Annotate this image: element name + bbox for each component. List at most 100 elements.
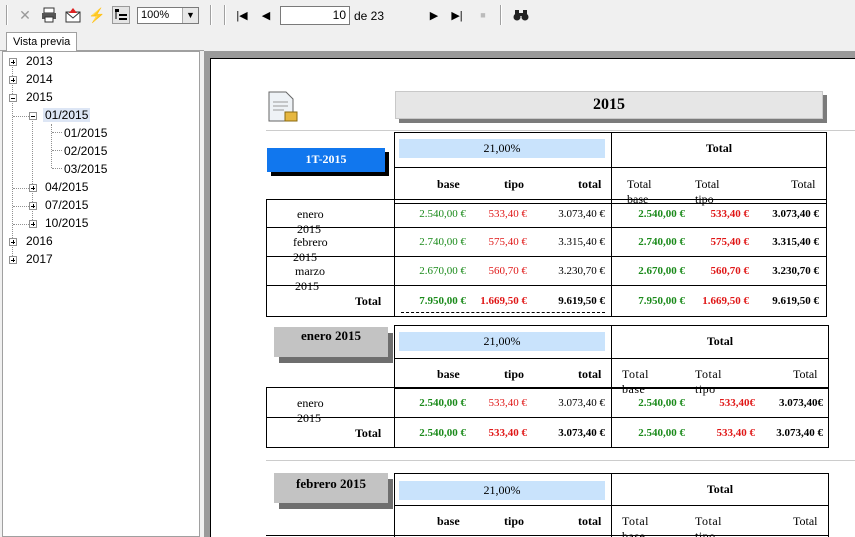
tree-node-2016[interactable]: 2016 xyxy=(26,234,53,248)
previous-page-icon[interactable]: ◀ xyxy=(257,6,275,24)
print-icon[interactable] xyxy=(40,6,58,24)
expand-icon[interactable] xyxy=(9,76,17,84)
col-total-tipo: Total tipo xyxy=(695,514,722,537)
col-tipo: tipo xyxy=(504,514,525,528)
row-total-tipo: 560,70 € xyxy=(710,265,750,277)
page-count-label: de 23 xyxy=(354,9,385,23)
col-tipo: tipo xyxy=(504,367,525,381)
tree-line xyxy=(13,206,29,207)
row-label: marzo 2015 xyxy=(295,264,325,293)
report-viewer[interactable]: 2015 1T-2015 21,00% Total base tipo tota… xyxy=(204,51,855,537)
divider xyxy=(394,358,829,359)
row-total: 3.315,40 € xyxy=(558,236,605,248)
expand-icon[interactable] xyxy=(9,238,17,246)
divider xyxy=(394,199,395,317)
col-total-total: Total xyxy=(793,514,818,528)
tree-node-q2-2015[interactable]: 04/2015 xyxy=(45,180,88,194)
rate-label: 21,00% xyxy=(399,481,605,500)
divider xyxy=(266,460,855,461)
month-title: enero 2015 xyxy=(274,327,388,357)
row-total-total: 3.073,40€ xyxy=(779,397,823,409)
row-tipo: 533,40 € xyxy=(488,397,528,409)
left-tab-bar: Vista previa xyxy=(0,32,204,51)
sum-total-tipo: 1.669,50 € xyxy=(702,295,749,307)
tree-node-2013[interactable]: 2013 xyxy=(26,54,53,68)
next-page-icon[interactable]: ▶ xyxy=(425,6,443,24)
binoculars-icon[interactable] xyxy=(512,6,530,24)
expand-icon[interactable] xyxy=(29,184,37,192)
zoom-select[interactable]: 100% ▼ xyxy=(137,7,199,24)
rate-label: 21,00% xyxy=(399,139,605,158)
rate-label: 21,00% xyxy=(399,332,605,351)
row-total-base: 2.670,00 € xyxy=(638,265,685,277)
page-number-input[interactable]: 10 xyxy=(280,6,350,25)
row-total-total: 3.315,40 € xyxy=(772,236,819,248)
toolbar-separator xyxy=(210,5,212,25)
chevron-down-icon[interactable]: ▼ xyxy=(182,8,198,23)
sum-underline xyxy=(401,312,605,313)
tree-node-2017[interactable]: 2017 xyxy=(26,252,53,266)
expand-icon[interactable] xyxy=(9,58,17,66)
tree-node-q4-2015[interactable]: 10/2015 xyxy=(45,216,88,230)
toolbar: ✕ ⚡ 100% ▼ |◀ ◀ 10 de 23 ▶ ▶| ■ xyxy=(0,0,855,32)
close-icon[interactable]: ✕ xyxy=(16,6,34,24)
tab-vista-previa[interactable]: Vista previa xyxy=(6,32,78,51)
row-total-base: 2.540,00 € xyxy=(638,397,685,409)
tree-line xyxy=(52,168,62,169)
expand-icon[interactable] xyxy=(9,256,17,264)
col-base: base xyxy=(437,514,460,528)
tree-line xyxy=(13,224,29,225)
year-title: 2015 xyxy=(395,91,823,119)
tree-node-month-03[interactable]: 03/2015 xyxy=(64,162,107,176)
divider xyxy=(611,199,612,317)
sum-label: Total xyxy=(355,426,382,440)
divider xyxy=(266,256,827,257)
sum-label: Total xyxy=(355,294,382,308)
row-base: 2.670,00 € xyxy=(419,265,466,277)
tree-toggle-icon[interactable] xyxy=(112,6,130,24)
expand-icon[interactable] xyxy=(29,202,37,210)
tree-node-q1-2015[interactable]: 01/2015 xyxy=(43,108,91,122)
tree-line xyxy=(13,116,29,117)
total-group-label: Total xyxy=(705,141,733,155)
tree-node-q3-2015[interactable]: 07/2015 xyxy=(45,198,88,212)
row-total-tipo: 533,40 € xyxy=(710,208,750,220)
row-total: 3.073,40 € xyxy=(558,397,605,409)
tree-line xyxy=(13,188,29,189)
divider xyxy=(266,227,827,228)
row-total-tipo: 575,40 € xyxy=(710,236,750,248)
row-tipo: 560,70 € xyxy=(488,265,528,277)
first-page-icon[interactable]: |◀ xyxy=(233,6,251,24)
divider xyxy=(266,417,829,418)
divider xyxy=(394,505,829,506)
tree-node-2015[interactable]: 2015 xyxy=(26,90,53,104)
divider xyxy=(266,535,829,536)
col-total: total xyxy=(578,514,602,528)
lightning-icon[interactable]: ⚡ xyxy=(88,6,106,24)
expand-icon[interactable] xyxy=(29,220,37,228)
sum-tipo: 1.669,50 € xyxy=(480,295,527,307)
row-total: 3.073,40 € xyxy=(558,208,605,220)
export-icon[interactable] xyxy=(64,6,82,24)
sum-base: 2.540,00 € xyxy=(419,427,466,439)
toolbar-separator xyxy=(500,5,502,25)
row-tipo: 575,40 € xyxy=(488,236,528,248)
row-total: 3.230,70 € xyxy=(558,265,605,277)
collapse-icon[interactable] xyxy=(9,94,17,102)
tree-line xyxy=(51,124,52,168)
report-document-icon xyxy=(266,90,300,124)
row-base: 2.540,00 € xyxy=(419,397,466,409)
tree-node-month-01[interactable]: 01/2015 xyxy=(64,126,107,140)
tree-line xyxy=(52,150,62,151)
stop-icon[interactable]: ■ xyxy=(474,6,492,24)
report-page: 2015 1T-2015 21,00% Total base tipo tota… xyxy=(210,58,855,537)
row-total-tipo: 533,40€ xyxy=(719,397,755,409)
row-base: 2.540,00 € xyxy=(419,208,466,220)
divider xyxy=(266,285,827,286)
tree-node-month-02[interactable]: 02/2015 xyxy=(64,144,107,158)
tree-node-2014[interactable]: 2014 xyxy=(26,72,53,86)
last-page-icon[interactable]: ▶| xyxy=(448,6,466,24)
col-tipo: tipo xyxy=(504,177,525,191)
sum-total-total: 9.619,50 € xyxy=(772,295,819,307)
collapse-icon[interactable] xyxy=(29,112,37,120)
